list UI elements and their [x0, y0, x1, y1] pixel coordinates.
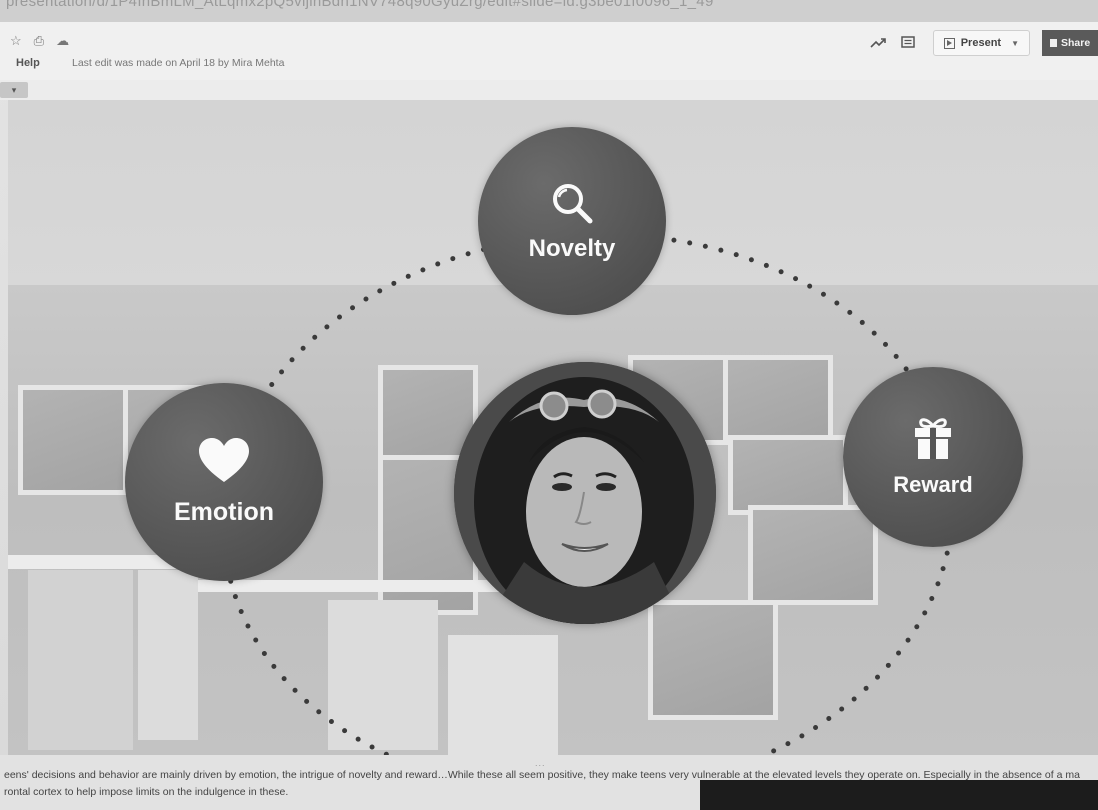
last-edit-link[interactable]: Last edit was made on April 18 by Mira M… — [72, 57, 284, 69]
magnifier-icon — [553, 184, 593, 224]
header-actions: Present ▼ Share — [863, 30, 1098, 56]
emotion-label: Emotion — [174, 497, 274, 526]
share-button[interactable]: Share — [1042, 30, 1098, 56]
comments-icon[interactable] — [893, 30, 923, 56]
toolbar: ▾ — [0, 80, 1098, 100]
menu-item-help[interactable]: Help — [16, 57, 40, 69]
portrait-photo[interactable] — [454, 362, 716, 624]
app-screen: presentation/d/1P4InBmLM_AtLqmx2pQ5vljln… — [0, 0, 1098, 810]
chevron-down-icon[interactable]: ▼ — [1011, 39, 1019, 48]
app-header: ☆ ⎙ ☁ Help Last edit was made on April 1… — [0, 22, 1098, 80]
present-label: Present — [960, 37, 1002, 49]
activity-trend-icon[interactable] — [863, 30, 893, 56]
toolbar-dropdown[interactable]: ▾ — [0, 82, 28, 98]
cloud-status-icon[interactable]: ☁ — [56, 34, 69, 48]
reward-circle[interactable]: Reward — [843, 367, 1023, 547]
star-icon[interactable]: ☆ — [10, 34, 22, 48]
screen-bezel — [700, 780, 1098, 810]
slide-canvas[interactable]: Novelty Emotion Reward — [8, 100, 1098, 755]
present-button[interactable]: Present ▼ — [932, 30, 1030, 56]
lock-icon — [1050, 39, 1057, 47]
heart-icon — [199, 437, 249, 482]
chevron-down-icon: ▾ — [11, 84, 17, 95]
address-bar[interactable]: presentation/d/1P4InBmLM_AtLqmx2pQ5vljln… — [0, 0, 1098, 22]
doc-title-icons: ☆ ⎙ ☁ — [10, 34, 69, 48]
gift-icon — [915, 418, 951, 459]
share-label: Share — [1061, 37, 1091, 49]
reward-label: Reward — [893, 472, 973, 497]
portrait-illustration — [454, 362, 716, 624]
move-folder-icon[interactable]: ⎙ — [34, 34, 44, 48]
url-text[interactable]: presentation/d/1P4InBmLM_AtLqmx2pQ5vljln… — [6, 0, 714, 10]
present-icon — [943, 37, 955, 49]
novelty-circle[interactable]: Novelty — [478, 127, 666, 315]
emotion-circle[interactable]: Emotion — [125, 383, 323, 581]
novelty-label: Novelty — [528, 235, 616, 262]
